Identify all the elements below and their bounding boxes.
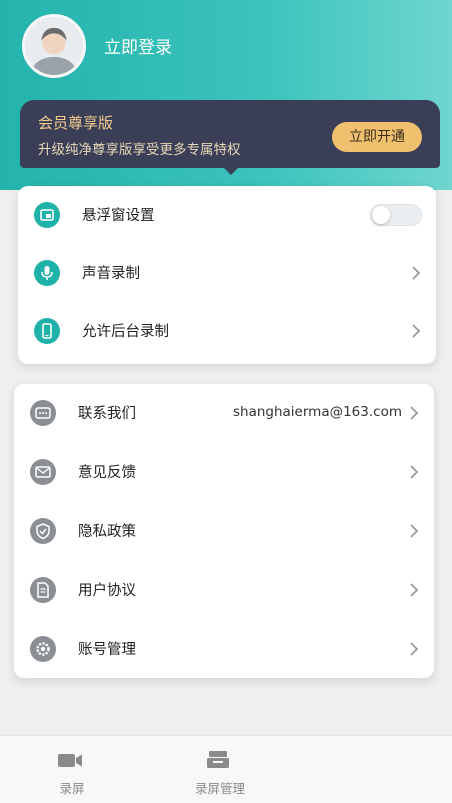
account-management-label: 账号管理: [78, 642, 136, 658]
folder-stack-icon: [207, 751, 229, 768]
vip-subtitle: 升级纯净尊享版享受更多专属特权: [38, 142, 241, 158]
sound-recording-row[interactable]: 声音录制: [18, 244, 436, 302]
background-recording-row[interactable]: 允许后台录制: [18, 302, 436, 360]
sound-recording-label: 声音录制: [82, 266, 140, 282]
document-icon: [30, 577, 56, 603]
shield-icon: [30, 518, 56, 544]
tab-record-management[interactable]: 录屏管理: [160, 736, 280, 803]
video-camera-icon: [58, 754, 82, 767]
tab-record[interactable]: 录屏: [12, 736, 132, 803]
settings-card-recording: 悬浮窗设置 声音录制 允许后台录制: [18, 186, 436, 364]
mail-icon: [30, 459, 56, 485]
floating-window-row[interactable]: 悬浮窗设置: [18, 186, 436, 244]
chevron-right-icon: [410, 465, 419, 479]
activate-vip-button[interactable]: 立即开通: [332, 122, 422, 152]
chevron-right-icon: [410, 406, 419, 420]
gear-icon: [30, 636, 56, 662]
floating-window-toggle[interactable]: [370, 204, 422, 226]
chat-icon: [30, 400, 56, 426]
account-management-row[interactable]: 账号管理: [14, 620, 434, 678]
chevron-right-icon: [412, 266, 421, 280]
default-avatar-icon: [25, 17, 83, 75]
chevron-right-icon: [412, 324, 421, 338]
toggle-knob: [372, 206, 390, 224]
contact-us-label: 联系我们: [78, 406, 136, 422]
microphone-icon: [34, 260, 60, 286]
tab-record-management-label: 录屏管理: [194, 781, 245, 796]
user-agreement-row[interactable]: 用户协议: [14, 561, 434, 619]
bottom-tab-bar: 录屏 录屏管理: [0, 735, 452, 803]
background-recording-label: 允许后台录制: [82, 324, 169, 340]
settings-card-info: 联系我们 shanghaierma@163.com 意见反馈 隐私政策 用户协议…: [14, 384, 434, 678]
tab-record-label: 录屏: [59, 781, 85, 796]
floating-window-icon: [34, 202, 60, 228]
profile-header: 立即登录 会员尊享版 升级纯净尊享版享受更多专属特权 立即开通: [0, 0, 452, 190]
chevron-right-icon: [410, 583, 419, 597]
contact-us-row[interactable]: 联系我们 shanghaierma@163.com: [14, 384, 434, 442]
chevron-right-icon: [410, 524, 419, 538]
chevron-right-icon: [410, 642, 419, 656]
floating-window-label: 悬浮窗设置: [82, 208, 155, 224]
user-agreement-label: 用户协议: [78, 583, 136, 599]
privacy-policy-label: 隐私政策: [78, 524, 136, 540]
privacy-policy-row[interactable]: 隐私政策: [14, 502, 434, 560]
feedback-label: 意见反馈: [78, 465, 136, 481]
vip-pointer: [222, 166, 240, 175]
avatar[interactable]: [22, 14, 86, 78]
feedback-row[interactable]: 意见反馈: [14, 443, 434, 501]
contact-email: shanghaierma@163.com: [232, 404, 402, 420]
login-link[interactable]: 立即登录: [104, 33, 172, 58]
phone-icon: [34, 318, 60, 344]
vip-banner[interactable]: 会员尊享版 升级纯净尊享版享受更多专属特权 立即开通: [20, 100, 440, 168]
vip-title: 会员尊享版: [38, 114, 114, 132]
